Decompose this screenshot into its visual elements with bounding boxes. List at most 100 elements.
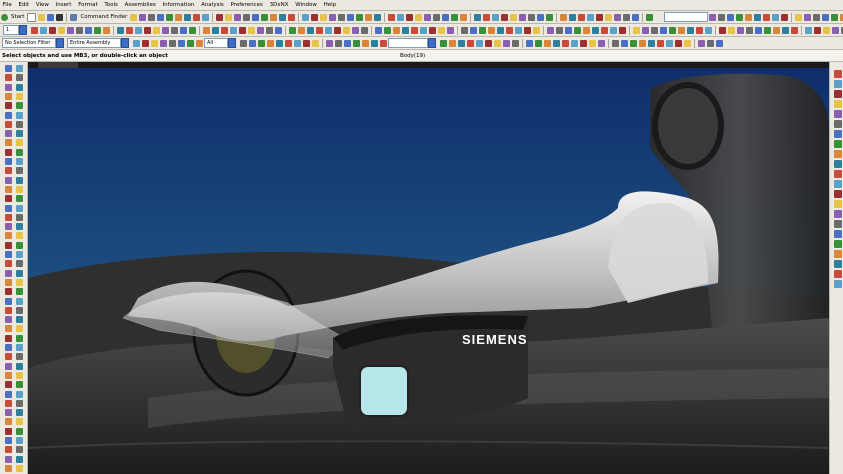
left-toolbar-icon[interactable] <box>5 260 12 268</box>
menu-file[interactable]: File <box>0 0 14 10</box>
left-toolbar-icon[interactable] <box>16 167 23 175</box>
toolbar-tool-icon[interactable] <box>736 13 744 21</box>
toolbar-tool-icon[interactable] <box>562 39 569 47</box>
toolbar-tool-icon[interactable] <box>805 26 812 34</box>
toolbar-tool-icon[interactable] <box>515 26 522 34</box>
toolbar-tool-icon[interactable] <box>361 26 368 34</box>
left-toolbar-icon[interactable] <box>16 111 23 119</box>
toolbar-tool-icon[interactable] <box>243 13 251 21</box>
toolbar-tool-icon[interactable] <box>85 26 92 34</box>
toolbar-tool-icon[interactable] <box>193 13 201 21</box>
toolbar-tool-icon[interactable] <box>157 13 165 21</box>
left-toolbar-icon[interactable] <box>5 399 12 407</box>
resource-bar-tab-icon[interactable] <box>834 140 842 148</box>
left-toolbar-icon[interactable] <box>16 418 23 426</box>
toolbar-tool-icon[interactable] <box>479 26 486 34</box>
left-toolbar-icon[interactable] <box>5 92 12 100</box>
toolbar-tool-icon[interactable] <box>709 13 717 21</box>
toolbar-tool-icon[interactable] <box>492 13 500 21</box>
resource-bar-tab-icon[interactable] <box>834 80 842 88</box>
left-toolbar-icon[interactable] <box>16 65 23 72</box>
toolbar-tool-icon[interactable] <box>497 26 504 34</box>
toolbar-tool-icon[interactable] <box>470 26 477 34</box>
left-toolbar-icon[interactable] <box>5 437 12 444</box>
left-toolbar-icon[interactable] <box>16 204 23 212</box>
toolbar-tool-icon[interactable] <box>623 13 631 21</box>
toolbar-tool-icon[interactable] <box>162 26 169 34</box>
toolbar-tool-icon[interactable] <box>267 39 274 47</box>
toolbar-tool-icon[interactable] <box>424 13 432 21</box>
left-toolbar-icon[interactable] <box>16 195 23 203</box>
toolbar-tool-icon[interactable] <box>130 13 138 21</box>
resource-bar-tab-icon[interactable] <box>834 90 842 98</box>
resource-bar-tab-icon[interactable] <box>834 120 842 128</box>
left-toolbar-icon[interactable] <box>5 325 12 333</box>
toolbar-tool-icon[interactable] <box>580 39 587 47</box>
left-toolbar-icon[interactable] <box>5 213 12 221</box>
left-toolbar-icon[interactable] <box>5 269 12 277</box>
toolbar-tool-icon[interactable] <box>289 26 296 34</box>
left-toolbar-icon[interactable] <box>16 269 23 277</box>
toolbar-tool-icon[interactable] <box>526 39 533 47</box>
toolbar-tool-icon[interactable] <box>288 13 296 21</box>
toolbar-tool-icon[interactable] <box>438 26 445 34</box>
toolbar-tool-icon[interactable] <box>589 39 596 47</box>
toolbar-tool-icon[interactable] <box>316 26 323 34</box>
toolbar-tool-icon[interactable] <box>103 26 110 34</box>
left-toolbar-icon[interactable] <box>16 399 23 407</box>
left-toolbar-icon[interactable] <box>16 278 23 286</box>
toolbar-tool-icon[interactable] <box>347 13 355 21</box>
toolbar-tool-icon[interactable] <box>375 26 382 34</box>
left-toolbar-icon[interactable] <box>5 446 12 454</box>
toolbar-tool-icon[interactable] <box>397 13 405 21</box>
left-toolbar-icon[interactable] <box>5 111 12 119</box>
snap-combo-arrow-icon[interactable] <box>428 38 436 48</box>
toolbar-tool-icon[interactable] <box>646 13 654 21</box>
toolbar-tool-icon[interactable] <box>148 13 156 21</box>
toolbar-tool-icon[interactable] <box>402 26 409 34</box>
command-finder-button[interactable]: Command Finder <box>78 14 129 20</box>
left-toolbar-icon[interactable] <box>16 334 23 342</box>
toolbar-tool-icon[interactable] <box>763 13 771 21</box>
toolbar-combo[interactable] <box>664 12 709 22</box>
new-file-icon[interactable] <box>27 12 37 22</box>
toolbar-tool-icon[interactable] <box>565 26 572 34</box>
left-toolbar-icon[interactable] <box>16 102 23 110</box>
toolbar-tool-icon[interactable] <box>485 39 492 47</box>
toolbar-tool-icon[interactable] <box>718 13 726 21</box>
toolbar-tool-icon[interactable] <box>669 26 676 34</box>
left-toolbar-icon[interactable] <box>16 455 23 463</box>
left-toolbar-icon[interactable] <box>5 316 12 324</box>
toolbar-tool-icon[interactable] <box>544 39 551 47</box>
left-toolbar-icon[interactable] <box>16 464 23 472</box>
graphics-viewport[interactable]: SIEMENS <box>28 68 829 474</box>
left-toolbar-icon[interactable] <box>16 390 23 398</box>
toolbar-tool-icon[interactable] <box>311 13 319 21</box>
menu-help[interactable]: Help <box>321 0 339 10</box>
toolbar-tool-icon[interactable] <box>442 13 450 21</box>
left-toolbar-icon[interactable] <box>5 251 12 258</box>
left-toolbar-icon[interactable] <box>5 148 12 156</box>
layer-combo[interactable]: 1 <box>3 25 19 35</box>
left-toolbar-icon[interactable] <box>5 297 12 305</box>
left-toolbar-icon[interactable] <box>16 437 23 444</box>
toolbar-tool-icon[interactable] <box>633 26 640 34</box>
left-toolbar-icon[interactable] <box>16 344 23 351</box>
toolbar-tool-icon[interactable] <box>67 26 74 34</box>
menu-analysis[interactable]: Analysis <box>199 0 227 10</box>
left-toolbar-icon[interactable] <box>16 288 23 296</box>
menu-3dxnx[interactable]: 3DxNX <box>267 0 291 10</box>
toolbar-tool-icon[interactable] <box>556 26 563 34</box>
left-toolbar-icon[interactable] <box>5 223 12 231</box>
toolbar-tool-icon[interactable] <box>583 26 590 34</box>
toolbar-tool-icon[interactable] <box>684 39 691 47</box>
toolbar-tool-icon[interactable] <box>178 39 185 47</box>
left-toolbar-icon[interactable] <box>5 167 12 175</box>
toolbar-tool-icon[interactable] <box>666 39 673 47</box>
toolbar-tool-icon[interactable] <box>257 26 264 34</box>
toolbar-tool-icon[interactable] <box>460 13 468 21</box>
toolbar-tool-icon[interactable] <box>657 39 664 47</box>
toolbar-tool-icon[interactable] <box>160 39 167 47</box>
toolbar-tool-icon[interactable] <box>49 26 56 34</box>
toolbar-tool-icon[interactable] <box>166 13 174 21</box>
